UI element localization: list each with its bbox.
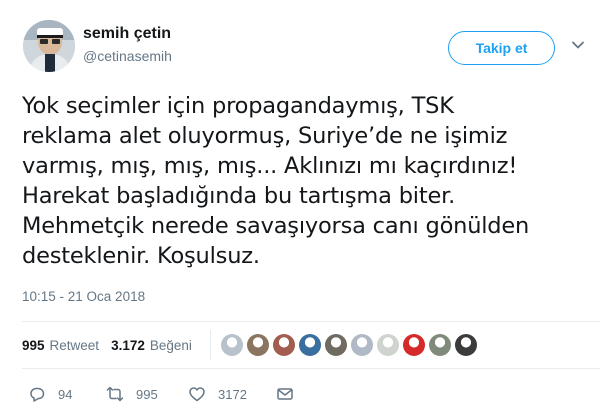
tweet-header: semih çetin @cetinasemih Takip et <box>20 18 600 74</box>
reply-icon <box>30 387 45 402</box>
stats-divider <box>209 330 211 360</box>
tweet-line: Mehmetçik nerede savaşıyorsa canı gönüld… <box>22 213 530 239</box>
tweet-line: Harekat başladığında bu tartışma biter. <box>22 183 456 209</box>
tweet-stats: 995 Retweet 3.172 Beğeni <box>22 330 602 360</box>
profile-photo-icon <box>23 20 75 72</box>
tweet-timestamp[interactable]: 10:15 - 21 Oca 2018 <box>22 289 145 304</box>
mail-icon <box>277 388 293 400</box>
retweet-action-count: 995 <box>136 386 158 402</box>
user-handle[interactable]: @cetinasemih <box>83 46 172 66</box>
avatar[interactable] <box>23 20 75 72</box>
display-name[interactable]: semih çetin <box>83 24 172 44</box>
like-button[interactable]: 3172 <box>188 385 247 403</box>
liker-avatar[interactable] <box>454 334 477 356</box>
tweet-line: varmış, mış, mış, mış... Aklınızı mı kaç… <box>22 153 518 179</box>
liker-avatar[interactable] <box>246 334 269 356</box>
chevron-down-icon[interactable] <box>569 36 587 54</box>
liker-avatar[interactable] <box>220 334 243 356</box>
like-action-count: 3172 <box>218 386 247 402</box>
retweet-button[interactable]: 995 <box>106 385 158 403</box>
reply-count: 94 <box>58 386 73 402</box>
liker-avatar[interactable] <box>428 334 451 356</box>
retweet-count[interactable]: 995 <box>22 338 45 353</box>
tweet-actions: 94 995 3172 <box>22 383 602 405</box>
tweet-line: reklama alet oluyormuş, Suriye’de ne işi… <box>22 123 508 149</box>
direct-message-button[interactable] <box>276 385 306 403</box>
liker-avatar[interactable] <box>376 334 399 356</box>
like-label[interactable]: Beğeni <box>150 338 192 353</box>
liker-avatar[interactable] <box>298 334 321 356</box>
divider <box>22 368 600 369</box>
tweet-line: desteklenir. Koşulsuz. <box>22 243 260 269</box>
liker-avatar[interactable] <box>272 334 295 356</box>
liker-avatar[interactable] <box>324 334 347 356</box>
tweet-line: Yok seçimler için propagandaymış, TSK <box>22 93 454 119</box>
liker-avatar[interactable] <box>402 334 425 356</box>
liker-avatars <box>220 334 481 356</box>
heart-icon <box>189 387 205 402</box>
like-count[interactable]: 3.172 <box>111 338 145 353</box>
retweet-label[interactable]: Retweet <box>50 338 100 353</box>
divider <box>22 321 600 322</box>
reply-button[interactable]: 94 <box>28 385 72 403</box>
retweet-icon <box>106 386 124 402</box>
follow-button[interactable]: Takip et <box>448 31 555 65</box>
tweet-text: Yok seçimler için propagandaymış, TSK re… <box>22 91 602 271</box>
liker-avatar[interactable] <box>350 334 373 356</box>
